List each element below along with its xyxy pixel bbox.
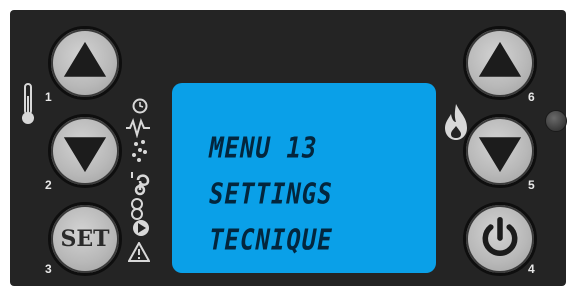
button-number-6: 6 — [528, 90, 535, 104]
up-button-right[interactable] — [463, 26, 537, 100]
status-led — [545, 110, 567, 132]
up-arrow-icon — [478, 41, 522, 77]
up-arrow-icon — [63, 41, 107, 77]
button-number-4: 4 — [528, 262, 535, 276]
down-button-left[interactable] — [48, 114, 122, 188]
set-button[interactable]: SET — [48, 202, 122, 276]
down-arrow-icon — [63, 137, 107, 173]
control-panel: 1 2 SET 3 MENU 13 SETTINGS TECNIQUE 6 5 … — [10, 10, 567, 286]
pump-icon — [131, 198, 149, 236]
thermometer-icon — [22, 83, 34, 124]
button-number-2: 2 — [45, 178, 52, 192]
up-button-left[interactable] — [48, 26, 122, 100]
power-button[interactable] — [463, 202, 537, 276]
display-line-3: TECNIQUE — [206, 223, 336, 257]
fan-icon — [131, 172, 150, 196]
down-button-right[interactable] — [463, 114, 537, 188]
lcd-display: MENU 13 SETTINGS TECNIQUE — [172, 83, 436, 273]
button-number-5: 5 — [528, 178, 535, 192]
heating-element-icon — [126, 118, 150, 138]
warning-icon — [128, 242, 150, 262]
button-number-3: 3 — [45, 262, 52, 276]
clock-icon — [132, 98, 148, 114]
display-line-2: SETTINGS — [206, 177, 336, 211]
power-icon — [482, 216, 518, 256]
set-button-label: SET — [60, 226, 110, 252]
display-line-1: MENU 13 — [206, 131, 321, 165]
down-arrow-icon — [478, 137, 522, 173]
pellets-icon — [132, 140, 147, 162]
button-number-1: 1 — [45, 90, 52, 104]
